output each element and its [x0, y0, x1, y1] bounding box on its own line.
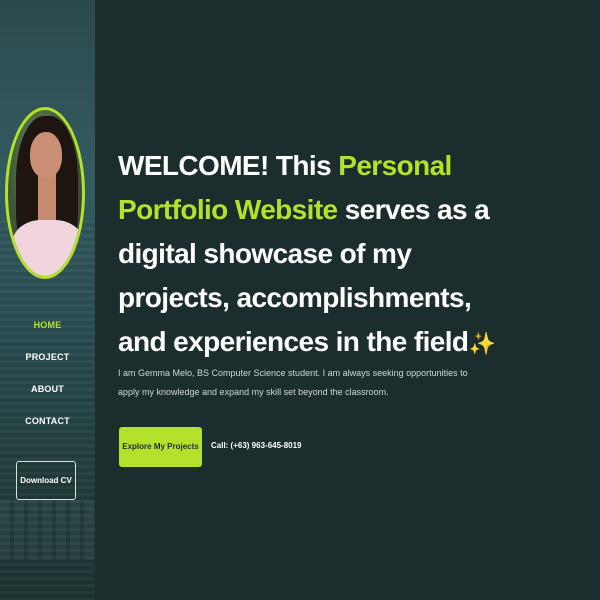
- sparkles-icon: ✨: [468, 330, 496, 356]
- explore-projects-button[interactable]: Explore My Projects: [119, 427, 202, 467]
- sidebar-nav: HOME PROJECT ABOUT CONTACT: [0, 318, 95, 446]
- profile-photo: [5, 107, 85, 279]
- avatar: [5, 107, 85, 279]
- call-phone-link[interactable]: Call: (+63) 963-645-8019: [211, 439, 302, 453]
- portfolio-page: HOME PROJECT ABOUT CONTACT Download CV W…: [0, 0, 600, 600]
- nav-item-contact[interactable]: CONTACT: [0, 414, 95, 428]
- sidebar: HOME PROJECT ABOUT CONTACT Download CV: [0, 0, 95, 600]
- main-content: WELCOME! This Personal Portfolio Website…: [95, 0, 600, 600]
- nav-item-project[interactable]: PROJECT: [0, 350, 95, 364]
- download-cv-button[interactable]: Download CV: [16, 461, 76, 500]
- sidebar-background-decoration: [0, 500, 95, 560]
- nav-item-home[interactable]: HOME: [0, 318, 95, 332]
- headline-text-start: WELCOME! This: [118, 150, 339, 181]
- nav-item-about[interactable]: ABOUT: [0, 382, 95, 396]
- intro-text: I am Gemma Melo, BS Computer Science stu…: [118, 368, 468, 397]
- hero-headline: WELCOME! This Personal Portfolio Website…: [118, 144, 498, 366]
